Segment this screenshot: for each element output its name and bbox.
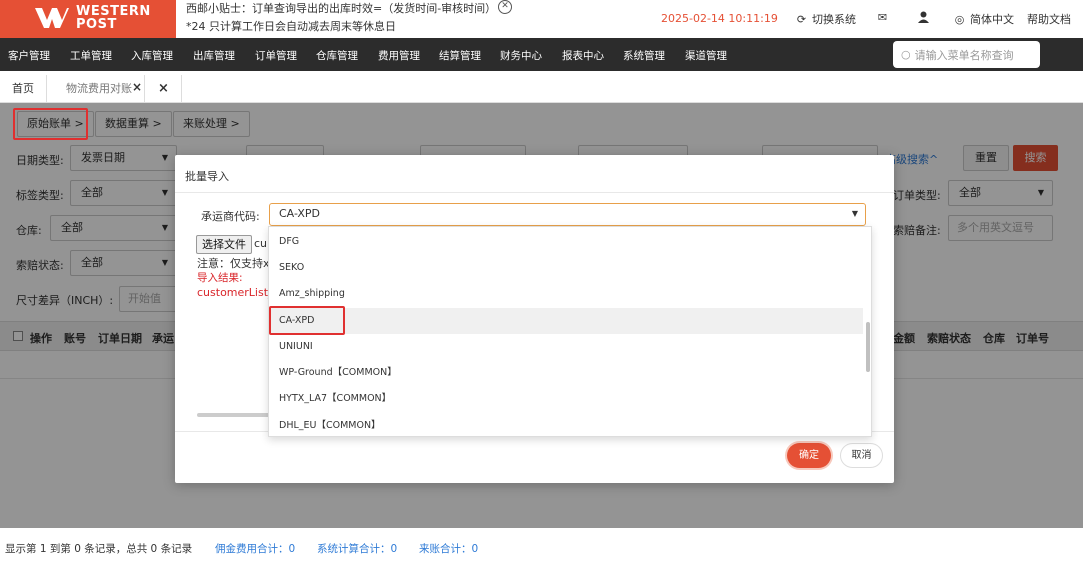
dropdown-option[interactable]: Amz_shipping [269, 281, 863, 307]
carrier-code-select[interactable]: CA-XPD ▼ [269, 203, 866, 226]
records-summary: 显示第 1 到第 0 条记录，总共 0 条记录 [5, 543, 193, 555]
nav-item-system[interactable]: 系统管理 [623, 48, 665, 63]
logo-text: WESTERN POST [76, 4, 151, 32]
divider [175, 192, 894, 193]
tab-home[interactable]: 首页 [0, 75, 47, 103]
dropdown-option[interactable]: UNIUNI [269, 334, 863, 360]
choose-file-button[interactable]: 选择文件 [196, 235, 252, 254]
table-footer: 显示第 1 到第 0 条记录，总共 0 条记录 佣金费用合计：0 系统计算合计：… [0, 528, 1083, 563]
page-tabs: 首页 物流费用对账 × × [0, 71, 1083, 103]
nav-item-finance[interactable]: 财务中心 [500, 48, 542, 63]
commission-total: 佣金费用合计：0 [215, 543, 296, 555]
horizontal-scrollbar[interactable] [197, 413, 277, 417]
highlight-frame [13, 108, 88, 140]
nav-item-warehouse[interactable]: 仓库管理 [316, 48, 358, 63]
dropdown-scroll-thumb[interactable] [866, 322, 870, 372]
dropdown-option[interactable]: DHL_EU【COMMON】 [269, 413, 863, 436]
mail-icon: ✉ [877, 11, 888, 24]
datetime: 2025-02-14 10:11:19 [661, 12, 778, 25]
logo: WESTERN POST [0, 0, 176, 38]
nav-item-outbound[interactable]: 出库管理 [193, 48, 235, 63]
help-link[interactable]: 帮助文档 [1027, 11, 1071, 27]
switch-system-button[interactable]: ⟳ 切换系统 [795, 11, 856, 27]
incoming-total: 来账合计：0 [419, 543, 479, 555]
file-name: cu [254, 237, 268, 250]
dialog-title: 批量导入 [185, 170, 229, 183]
confirm-button[interactable]: 确定 [787, 443, 831, 468]
cancel-button[interactable]: 取消 [840, 443, 883, 468]
globe-icon: ◎ [954, 12, 965, 26]
nav-item-customer[interactable]: 客户管理 [8, 48, 50, 63]
top-header: WESTERN POST 西邮小贴士：订单查询导出的出库时效=（发货时间-审核时… [0, 0, 1083, 38]
menu-search-input[interactable]: ○ 请输入菜单名称查询 [893, 41, 1040, 68]
language-button[interactable]: ◎ 简体中文 [953, 11, 1014, 27]
tab-logistics-reconciliation[interactable]: 物流费用对账 × [54, 75, 145, 103]
close-all-tabs-icon[interactable]: × [146, 75, 182, 103]
user-button[interactable] [918, 11, 929, 23]
nav-item-inbound[interactable]: 入库管理 [131, 48, 173, 63]
logo-mark-icon [35, 8, 69, 28]
tip-line-2: *24 只计算工作日会自动减去周末等休息日 [186, 20, 396, 33]
system-calc-total: 系统计算合计：0 [317, 543, 398, 555]
nav-item-reports[interactable]: 报表中心 [562, 48, 604, 63]
dropdown-option-selected[interactable]: CA-XPD [269, 308, 863, 334]
dropdown-option[interactable]: SEKO [269, 255, 863, 281]
main-nav: 客户管理 工单管理 入库管理 出库管理 订单管理 仓库管理 费用管理 结算管理 … [0, 38, 1083, 71]
tab-close-icon[interactable]: × [132, 73, 142, 101]
dropdown-option[interactable]: HYTX_LA7【COMMON】 [269, 386, 863, 412]
mail-button[interactable]: ✉ [876, 11, 889, 24]
nav-item-orders[interactable]: 订单管理 [255, 48, 297, 63]
dropdown-option[interactable]: WP-Ground【COMMON】 [269, 360, 863, 386]
import-result-file[interactable]: customerList_ [197, 286, 274, 299]
tip-close-icon[interactable]: ✕ [498, 0, 512, 14]
tip-line-1: 西邮小贴士：订单查询导出的出库时效=（发货时间-审核时间） [186, 2, 497, 15]
carrier-dropdown: DFG SEKO Amz_shipping CA-XPD UNIUNI WP-G… [268, 226, 872, 437]
import-note: 注意：仅支持xl [197, 257, 273, 270]
carrier-code-label: 承运商代码: [201, 210, 260, 223]
refresh-icon: ⟳ [796, 12, 807, 26]
nav-item-fees[interactable]: 费用管理 [378, 48, 420, 63]
chevron-down-icon: ▼ [851, 209, 858, 218]
dropdown-option[interactable]: DFG [269, 229, 863, 255]
user-icon [918, 11, 929, 23]
nav-item-workorder[interactable]: 工单管理 [70, 48, 112, 63]
search-icon: ○ [901, 48, 911, 61]
nav-item-channels[interactable]: 渠道管理 [685, 48, 727, 63]
import-result-label: 导入结果: [197, 272, 243, 284]
nav-item-settlement[interactable]: 结算管理 [439, 48, 481, 63]
highlight-frame [269, 306, 345, 335]
